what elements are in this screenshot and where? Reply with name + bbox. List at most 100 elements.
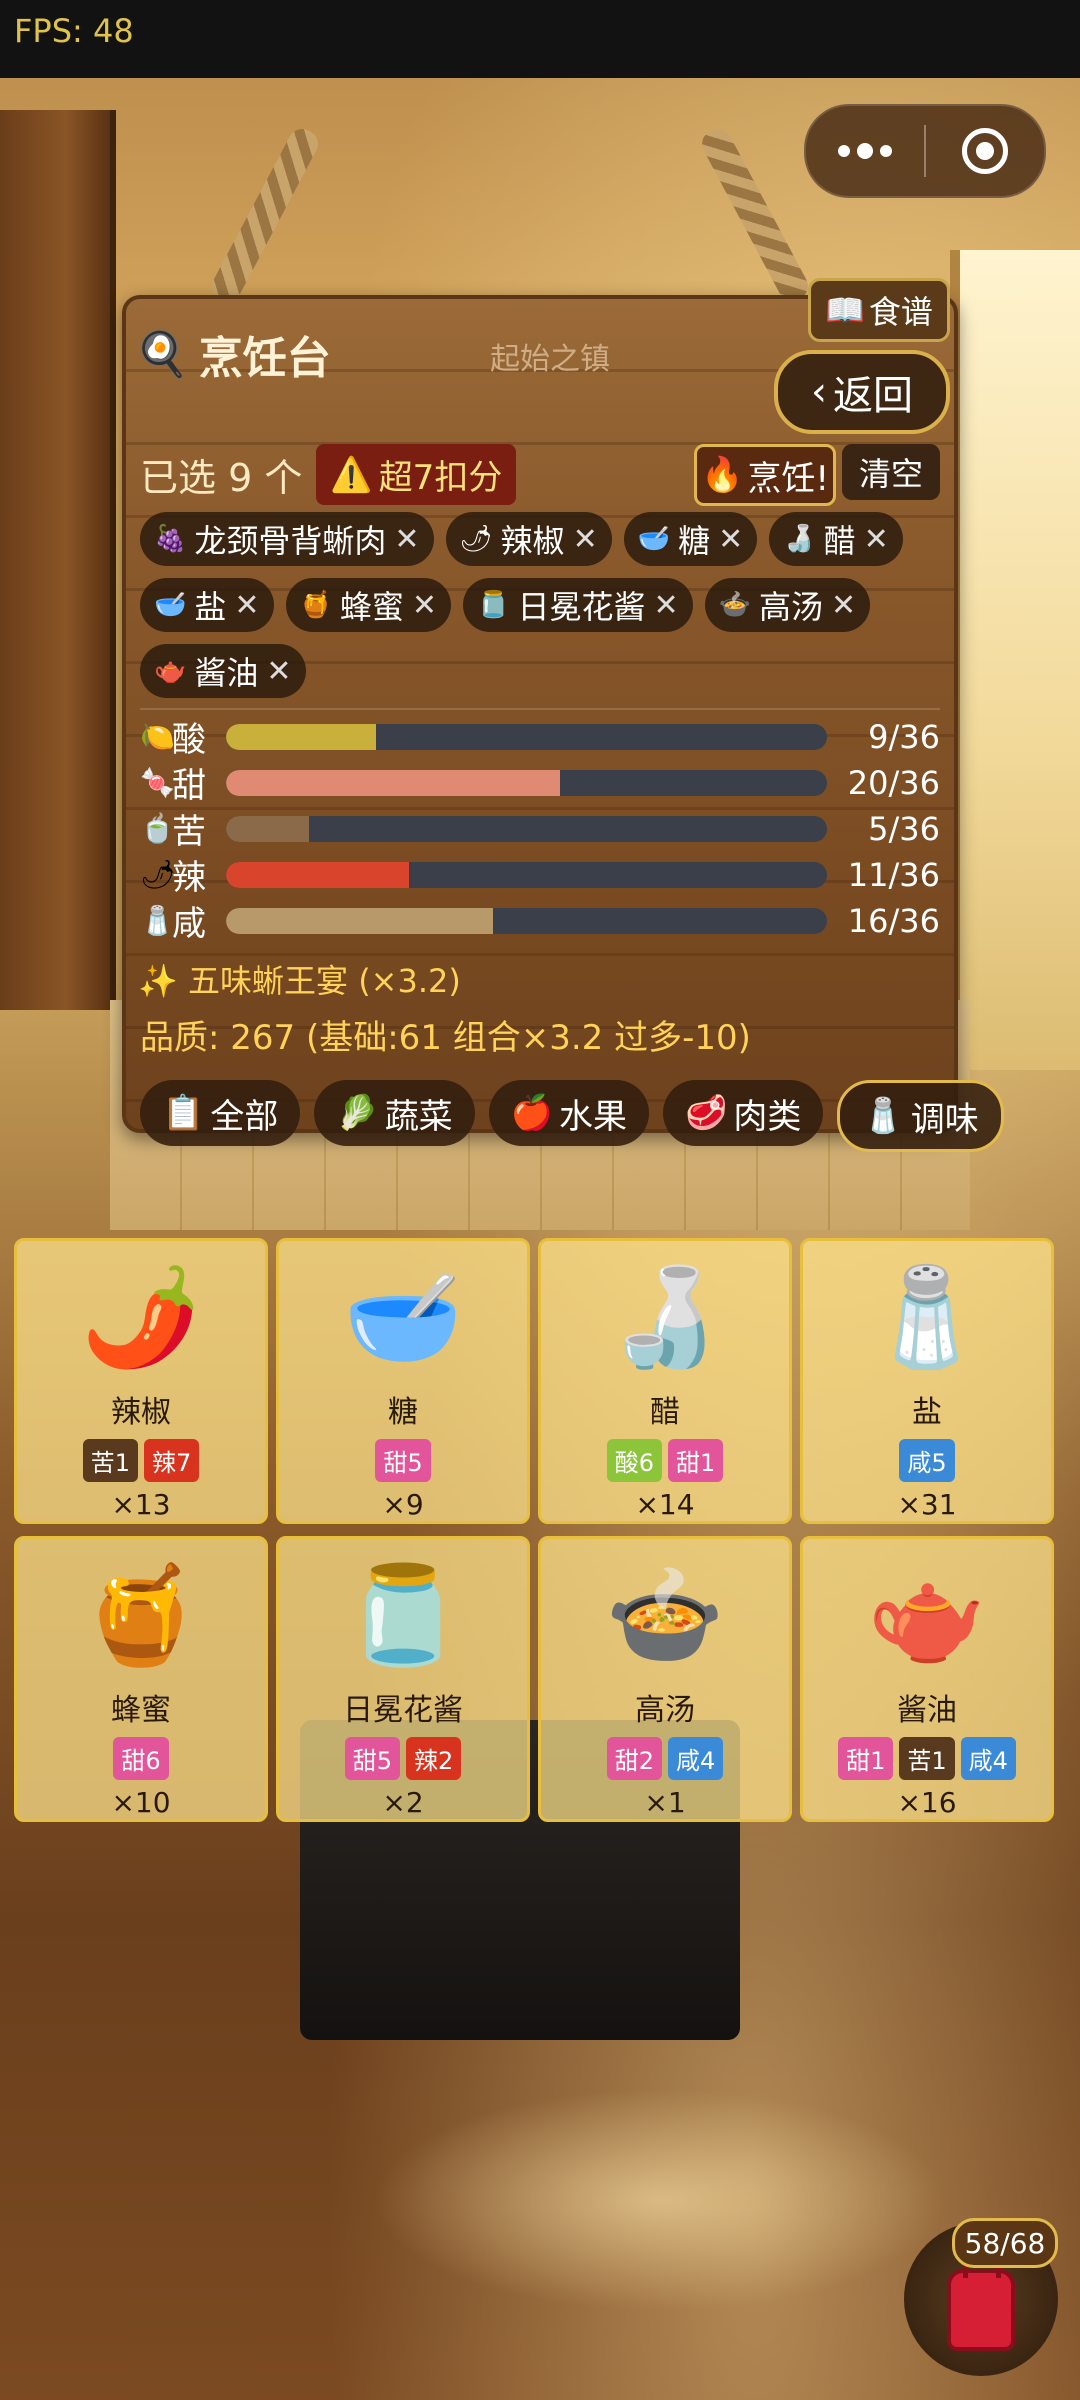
selection-summary: 已选 9 个 ⚠️ 超7扣分 (140, 444, 517, 505)
category-tab[interactable]: 🍎 水果 (488, 1080, 650, 1146)
category-tab[interactable]: 🥩 肉类 (663, 1080, 824, 1146)
ingredient-count: ×16 (897, 1786, 957, 1819)
ingredient-name: 糖 (388, 1395, 418, 1430)
taste-bar-fill (225, 861, 410, 888)
taste-tag: 甜2 (606, 1737, 662, 1780)
remove-icon[interactable]: ✕ (653, 588, 678, 623)
ingredient-image: 🥣 (343, 1261, 463, 1373)
more-button[interactable] (806, 106, 924, 196)
ingredient-name: 醋 (650, 1395, 680, 1430)
chip-label: 盐 (194, 588, 227, 626)
tab-label: 肉类 (733, 1096, 802, 1137)
taste-value: 20/36 (847, 763, 940, 802)
ingredient-card[interactable]: 🍲 高汤 甜2 咸4 ×1 (538, 1536, 792, 1822)
taste-tags: 甜6 (113, 1737, 169, 1780)
taste-bar (225, 769, 827, 796)
tab-label: 全部 (210, 1096, 279, 1137)
over-limit-badge: ⚠️ 超7扣分 (316, 444, 517, 505)
taste-name: 咸 (172, 904, 206, 944)
chip-label: 糖 (678, 522, 711, 560)
chip-label: 酱油 (194, 654, 259, 692)
taste-tags: 甜1 苦1 咸4 (838, 1737, 1016, 1780)
ingredient-icon: 🫖 (154, 656, 187, 686)
taste-tags: 甜5 辣2 (344, 1737, 462, 1780)
remove-icon[interactable]: ✕ (573, 522, 598, 557)
ingredient-count: ×14 (635, 1488, 695, 1521)
taste-tag: 甜6 (113, 1737, 169, 1780)
ingredient-name: 辣椒 (111, 1395, 171, 1430)
taste-name: 苦 (172, 812, 206, 852)
taste-tags: 甜5 (375, 1439, 431, 1482)
ingredient-card[interactable]: 🍯 蜂蜜 甜6 ×10 (14, 1536, 268, 1822)
selected-chip: 🫖 酱油 ✕ (140, 644, 306, 698)
taste-tags: 苦1 辣7 (82, 1439, 200, 1482)
chip-label: 龙颈骨背蜥肉 (194, 522, 387, 560)
remove-icon[interactable]: ✕ (234, 588, 259, 623)
taste-value: 9/36 (868, 717, 940, 756)
taste-tag: 甜5 (344, 1737, 400, 1780)
ingredient-count: ×10 (111, 1786, 171, 1819)
cook-button[interactable]: 🔥 烹饪! (694, 444, 836, 506)
remove-icon[interactable]: ✕ (394, 522, 419, 557)
taste-name: 辣 (172, 858, 206, 898)
rope-right (697, 124, 813, 306)
taste-icon: 🍋 (140, 720, 175, 753)
taste-tags: 咸5 (899, 1439, 955, 1482)
kitchen-cabinet (0, 110, 116, 1010)
taste-bar-fill (225, 769, 560, 796)
over-limit-text: 超7扣分 (378, 458, 503, 498)
ingredient-icon: 🍯 (299, 590, 332, 620)
tab-label: 蔬菜 (384, 1096, 453, 1137)
remove-icon[interactable]: ✕ (266, 654, 291, 689)
magnifier-icon: 🍳 (134, 329, 189, 380)
ingredient-count: ×1 (644, 1786, 686, 1819)
remove-icon[interactable]: ✕ (412, 588, 437, 623)
taste-icon: 🍬 (140, 766, 175, 799)
category-tab[interactable]: 📋 全部 (140, 1080, 301, 1146)
ingredient-card[interactable]: 🌶️ 辣椒 苦1 辣7 ×13 (14, 1238, 268, 1524)
chip-label: 高汤 (758, 588, 823, 626)
category-tab[interactable]: 🧂 调味 (837, 1080, 1004, 1152)
ingredient-card[interactable]: 🫙 日冕花酱 甜5 辣2 ×2 (276, 1536, 530, 1822)
ingredient-count: ×31 (897, 1488, 957, 1521)
clear-button[interactable]: 清空 (842, 444, 940, 500)
close-capsule-button[interactable] (926, 106, 1044, 196)
category-tabs: 📋 全部 🥬 蔬菜 🍎 水果 🥩 肉类 🧂 调味 (140, 1080, 1004, 1152)
ingredient-icon: 🌶 (459, 524, 493, 554)
recipe-button[interactable]: 📖 食谱 (808, 278, 950, 342)
taste-tags: 甜2 咸4 (606, 1737, 724, 1780)
taste-icon: 🧂 (140, 904, 175, 937)
ingredient-icon: 🥣 (637, 524, 671, 554)
ingredient-icon: 🍇 (154, 524, 187, 554)
ingredient-card[interactable]: 🧂 盐咸5 ×31 (800, 1238, 1054, 1524)
ingredient-grid: 🌶️ 辣椒 苦1 辣7 ×13 🥣 糖甜5 ×9 🍶 醋酸6 甜1 ×14 🧂 盐咸5 ×31 🍯 蜂蜜 甜6 ×1… (14, 1238, 1066, 1822)
title-row: 🍳 烹饪台 (134, 322, 331, 386)
remove-icon[interactable]: ✕ (718, 522, 743, 557)
taste-bar-fill (225, 907, 493, 934)
taste-value: 11/36 (847, 855, 940, 894)
tab-icon: 🧂 (862, 1096, 905, 1136)
taste-tags: 酸6 甜1 (606, 1439, 724, 1482)
backpack-count: 58/68 (952, 2218, 1058, 2268)
selected-chip: 🥣 盐 ✕ (140, 578, 274, 632)
category-tab[interactable]: 🥬 蔬菜 (314, 1080, 475, 1146)
fire-icon: 🔥 (701, 455, 744, 495)
status-bar: FPS: 48 (0, 0, 1080, 78)
taste-bar-fill (225, 815, 310, 842)
ingredient-card[interactable]: 🫖 酱油 甜1 苦1 咸4 ×16 (800, 1536, 1054, 1822)
ingredient-card[interactable]: 🍶 醋酸6 甜1 ×14 (538, 1238, 792, 1524)
ingredient-card[interactable]: 🥣 糖甜5 ×9 (276, 1238, 530, 1524)
ingredient-name: 酱油 (897, 1693, 957, 1728)
more-dot-icon (838, 145, 850, 157)
taste-tag: 甜1 (668, 1439, 724, 1482)
back-button[interactable]: ‹ 返回 (774, 350, 950, 434)
ingredient-image: 🫙 (343, 1559, 463, 1671)
selected-chip: 🌶 辣椒 ✕ (445, 512, 612, 566)
selected-chip: 🍲 高汤 ✕ (704, 578, 871, 632)
remove-icon[interactable]: ✕ (864, 522, 889, 557)
ingredient-image: 🍲 (605, 1559, 725, 1671)
taste-icon: 🌶 (140, 858, 176, 891)
combo-bonus: ✨ 五味蜥王宴 (×3.2) (138, 962, 461, 1000)
chevron-left-icon: ‹ (811, 369, 827, 415)
remove-icon[interactable]: ✕ (831, 588, 856, 623)
